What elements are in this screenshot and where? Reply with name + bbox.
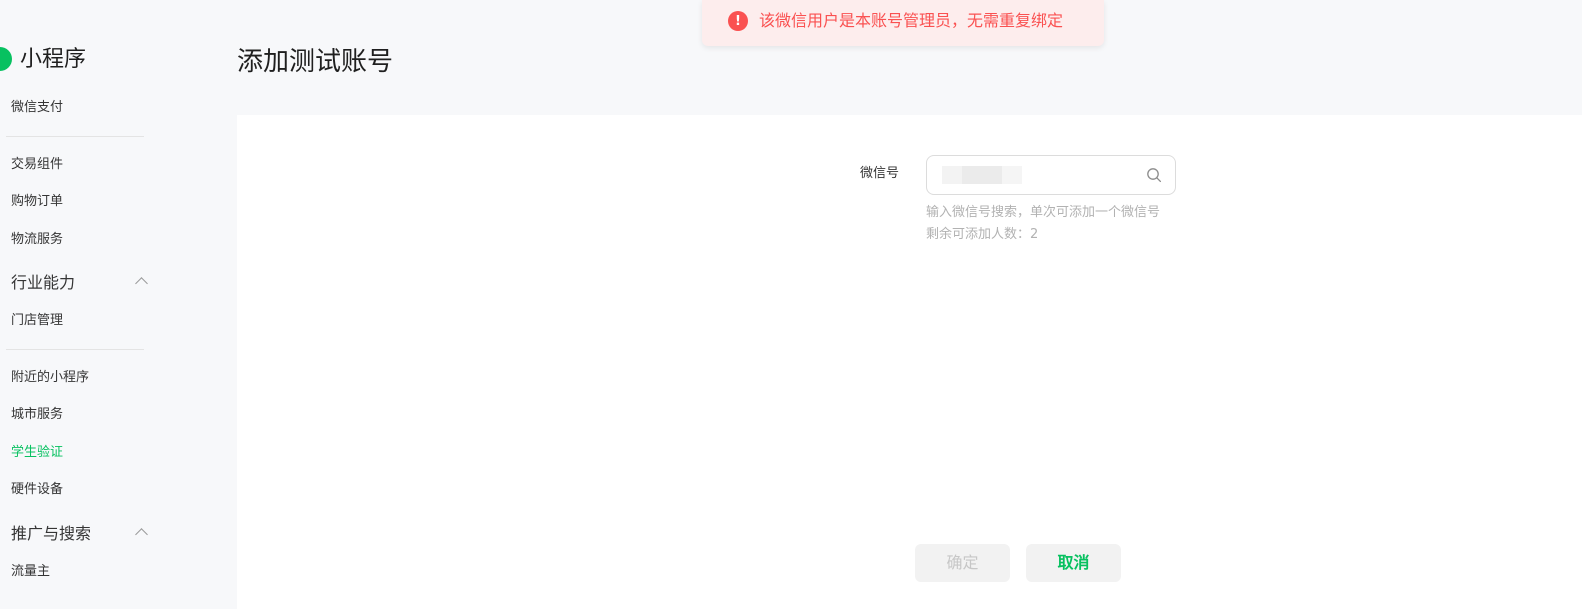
sidebar-divider — [6, 349, 144, 350]
sidebar-item-logistics[interactable]: 物流服务 — [11, 231, 63, 249]
sidebar-item-wechat-pay[interactable]: 微信支付 — [11, 99, 63, 117]
error-icon: ! — [728, 11, 748, 31]
sidebar: 小程序 微信支付 交易组件 购物订单 物流服务 行业能力 门店管理 附近的小程序… — [0, 0, 150, 609]
search-hint: 输入微信号搜索，单次可添加一个微信号 — [926, 205, 1161, 220]
brand-title: 小程序 — [20, 47, 87, 72]
wechat-id-label: 微信号 — [860, 166, 900, 181]
page-title: 添加测试账号 — [237, 47, 394, 77]
remaining-count-text: 剩余可添加人数：2 — [926, 226, 1038, 244]
sidebar-group-promotion-search[interactable]: 推广与搜索 — [11, 521, 150, 543]
sidebar-item-shopping-orders[interactable]: 购物订单 — [11, 193, 63, 211]
app-root: 小程序 微信支付 交易组件 购物订单 物流服务 行业能力 门店管理 附近的小程序… — [0, 0, 1582, 609]
confirm-button[interactable]: 确定 — [915, 544, 1010, 582]
main-panel — [237, 115, 1582, 609]
sidebar-group-industry[interactable]: 行业能力 — [11, 270, 150, 292]
sidebar-item-store-management[interactable]: 门店管理 — [11, 312, 63, 330]
sidebar-item-nearby-mini-programs[interactable]: 附近的小程序 — [11, 369, 89, 387]
cancel-button[interactable]: 取消 — [1026, 544, 1121, 582]
sidebar-divider — [6, 136, 144, 137]
wechat-id-search-input[interactable] — [926, 155, 1176, 195]
sidebar-group-label: 行业能力 — [11, 273, 76, 292]
chevron-up-icon — [135, 277, 148, 290]
chevron-up-icon — [135, 528, 148, 541]
redacted-input-value — [942, 166, 1022, 184]
mini-program-logo-icon — [0, 47, 12, 71]
toast-message: 该微信用户是本账号管理员，无需重复绑定 — [759, 11, 1064, 30]
sidebar-item-trade-component[interactable]: 交易组件 — [11, 156, 63, 174]
error-toast: ! 该微信用户是本账号管理员，无需重复绑定 — [702, 0, 1104, 46]
sidebar-item-city-services[interactable]: 城市服务 — [11, 406, 63, 424]
sidebar-item-hardware-devices[interactable]: 硬件设备 — [11, 481, 63, 499]
search-icon[interactable] — [1146, 167, 1162, 183]
remaining-count: 2 — [1030, 227, 1039, 242]
sidebar-item-traffic-owner[interactable]: 流量主 — [11, 563, 50, 581]
sidebar-item-student-verification[interactable]: 学生验证 — [11, 444, 63, 462]
sidebar-group-label: 推广与搜索 — [11, 524, 92, 543]
remaining-label: 剩余可添加人数： — [926, 227, 1031, 242]
